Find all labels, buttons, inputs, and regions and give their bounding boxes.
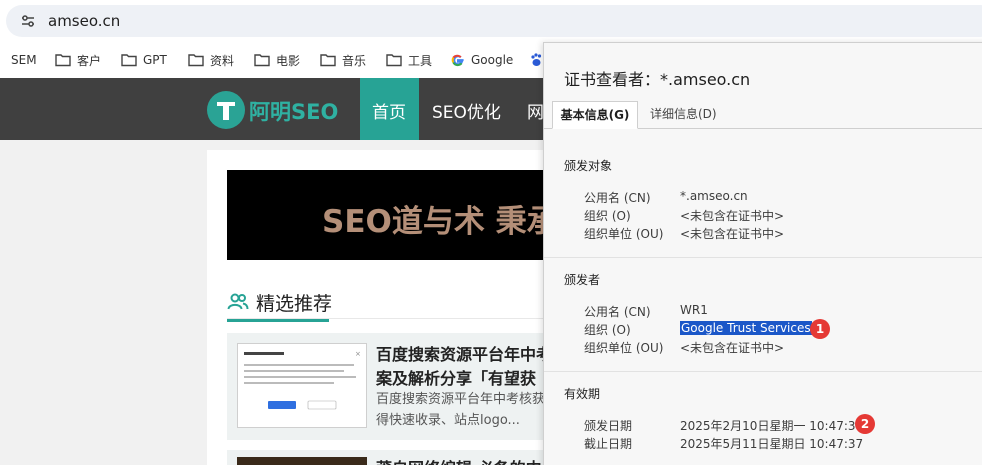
article-title[interactable]: 百度搜索资源平台年中考案及解析分享「有望获: [376, 343, 556, 391]
address-bar[interactable]: amseo.cn: [6, 5, 982, 37]
article-thumbnail[interactable]: ×: [237, 343, 367, 428]
issued-to-cn-label: 公用名 (CN): [584, 191, 651, 205]
bookmark-label: 电影: [276, 53, 301, 68]
banner[interactable]: SEO道与术 秉承: [227, 170, 557, 260]
section-title: 精选推荐: [256, 293, 333, 315]
svg-text:×: ×: [355, 350, 361, 358]
folder-icon: [320, 54, 336, 67]
annotation-badge-2: 2: [855, 414, 875, 434]
section-underline: [227, 319, 329, 322]
issued-by-heading: 颁发者: [564, 273, 601, 287]
issued-by-ou-label: 组织单位 (OU): [584, 341, 664, 355]
tab-details[interactable]: 详细信息(D): [650, 101, 717, 129]
bookmark-google[interactable]: Google: [451, 51, 513, 69]
expiry-date-label: 截止日期: [584, 437, 633, 451]
article-desc: 百度搜索资源平台年中考核获得快速收录、站点logo...: [376, 392, 546, 428]
article-thumbnail[interactable]: [237, 457, 367, 465]
issued-to-o-label: 组织 (O): [584, 209, 631, 223]
folder-icon: [188, 54, 204, 67]
users-icon: [227, 293, 249, 310]
nav-home[interactable]: 首页: [372, 98, 406, 123]
bookmark-label: 工具: [408, 53, 433, 68]
issued-to-ou-label: 组织单位 (OU): [584, 227, 664, 241]
issued-to-cn-value: *.amseo.cn: [680, 189, 748, 203]
thumbnail-dialog-icon: ×: [244, 350, 361, 410]
bookmark-ziliao[interactable]: 资料: [188, 51, 234, 69]
bookmark-label: GPT: [143, 53, 167, 67]
dialog-title: 证书查看者：*.amseo.cn: [564, 70, 751, 89]
tab-general[interactable]: 基本信息(G): [552, 101, 638, 129]
bookmark-label: 客户: [77, 53, 102, 68]
site-info-icon[interactable]: [20, 13, 36, 29]
banner-text: SEO道与术 秉承: [322, 204, 557, 240]
bookmark-yinyue[interactable]: 音乐: [320, 51, 366, 69]
issued-date-value: 2025年2月10日星期一 10:47:38: [680, 419, 864, 433]
baidu-icon: [531, 53, 542, 66]
issued-by-o-label: 组织 (O): [584, 323, 631, 337]
issued-to-ou-value: <未包含在证书中>: [680, 227, 785, 241]
bookmark-gpt[interactable]: GPT: [121, 51, 167, 69]
folder-icon: [386, 54, 402, 67]
expiry-date-value: 2025年5月11日星期日 10:47:37: [680, 437, 864, 451]
logo-mark-icon: [217, 102, 235, 120]
section-separator: [544, 371, 982, 372]
nav-seo[interactable]: SEO优化: [432, 98, 501, 123]
selected-text[interactable]: Google Trust Services: [680, 321, 812, 335]
address-bar-row: amseo.cn: [0, 0, 982, 42]
issued-date-label: 颁发日期: [584, 419, 633, 433]
folder-icon: [121, 54, 137, 67]
article-title[interactable]: 莆自网络编辑 必备的内: [376, 455, 542, 465]
folder-icon: [55, 54, 71, 67]
logo-text[interactable]: 阿明SEO: [249, 96, 338, 126]
annotation-badge-1: 1: [810, 319, 830, 339]
issued-to-heading: 颁发对象: [564, 159, 613, 173]
bookmark-label: 资料: [210, 53, 235, 68]
nav-more[interactable]: 网: [527, 98, 544, 123]
folder-icon: [254, 54, 270, 67]
google-icon: [451, 54, 464, 67]
bookmark-label: 音乐: [342, 53, 367, 68]
bookmark-sem[interactable]: SEM: [0, 51, 37, 69]
logo-icon[interactable]: [207, 91, 245, 129]
issued-by-cn-label: 公用名 (CN): [584, 305, 651, 319]
issued-by-ou-value: <未包含在证书中>: [680, 341, 785, 355]
issued-by-cn-value: WR1: [680, 303, 708, 317]
bookmark-dianying[interactable]: 电影: [254, 51, 300, 69]
issued-to-o-value: <未包含在证书中>: [680, 209, 785, 223]
bookmark-label: Google: [471, 53, 514, 67]
bookmark-kehu[interactable]: 客户: [55, 51, 101, 69]
url-text[interactable]: amseo.cn: [48, 12, 120, 30]
section-separator: [544, 257, 982, 258]
validity-heading: 有效期: [564, 387, 601, 401]
certificate-viewer-dialog: 证书查看者：*.amseo.cn 基本信息(G) 详细信息(D) 颁发对象 公用…: [543, 42, 982, 465]
bookmark-label: SEM: [11, 53, 37, 67]
issued-by-o-value[interactable]: Google Trust Services: [680, 321, 812, 335]
bookmark-gongju[interactable]: 工具: [386, 51, 432, 69]
